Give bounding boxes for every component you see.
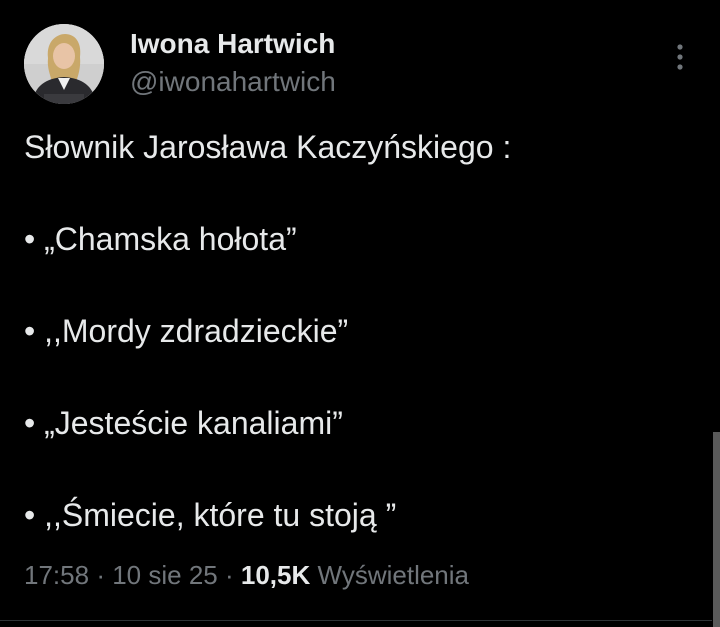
tweet-time: 17:58 xyxy=(24,560,90,590)
tweet-text: Słownik Jarosława Kaczyńskiego : • „Cham… xyxy=(24,124,684,538)
more-options-button[interactable] xyxy=(664,40,696,74)
vertical-ellipsis-icon xyxy=(677,44,683,70)
tweet-date: 10 sie 25 xyxy=(112,560,218,590)
tweet-line: • „Jesteście kanaliami” xyxy=(24,405,343,441)
author-name[interactable]: Iwona Hartwich xyxy=(130,28,335,60)
scrollbar[interactable] xyxy=(713,432,720,627)
tweet-line: • „Chamska hołota” xyxy=(24,221,297,257)
views-label: Wyświetlenia xyxy=(317,560,469,590)
tweet-timestamp[interactable]: 17:58 · 10 sie 25 xyxy=(24,560,218,590)
tweet-line: Słownik Jarosława Kaczyńskiego : xyxy=(24,129,512,165)
views-count: 10,5K xyxy=(240,560,311,590)
tweet-line: • ,,Mordy zdradzieckie” xyxy=(24,313,349,349)
author-handle[interactable]: @iwonahartwich xyxy=(130,66,336,98)
tweet-meta: 17:58 · 10 sie 25 · 10,5K Wyświetlenia xyxy=(24,560,469,591)
separator: · xyxy=(224,560,234,590)
separator: · xyxy=(96,560,105,590)
divider xyxy=(0,620,712,621)
avatar[interactable] xyxy=(24,24,104,104)
tweet-line: • ,,Śmiecie, które tu stoją ” xyxy=(24,497,397,533)
